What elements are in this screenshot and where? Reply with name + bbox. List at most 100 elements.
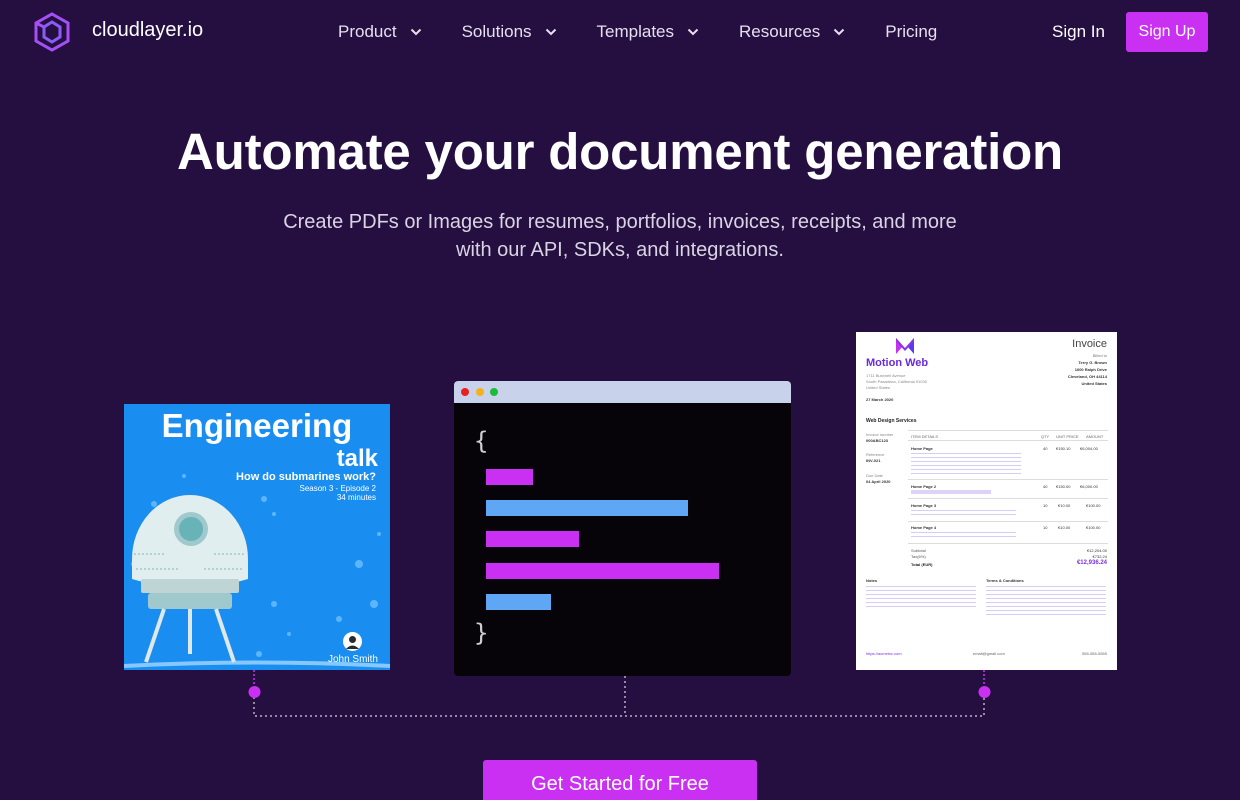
engineering-talk-card: Engineering talk How do submarines work?… <box>124 404 390 670</box>
invoice-section: Web Design Services <box>866 418 917 424</box>
invoice-col-amount: AMOUNT <box>1086 434 1104 439</box>
invoice-row-price: €150.00 <box>1056 484 1071 489</box>
invoice-row-amount: €6,000.00 <box>1080 484 1098 489</box>
invoice-card: Motion Web Invoice Billed to Terry G. Br… <box>856 332 1117 670</box>
menu-pricing-label: Pricing <box>885 22 938 41</box>
invoice-row-price: €150.10 <box>1056 446 1071 451</box>
hero-subtitle: Create PDFs or Images for resumes, portf… <box>0 208 1240 264</box>
invoice-client-address-1: 1600 Ralph Drive <box>1074 367 1107 372</box>
invoice-due-date: 04 April 2020 <box>866 479 891 484</box>
invoice-subtotal-label: Subtotal <box>911 548 926 553</box>
code-line <box>486 594 551 610</box>
eng-card-question: How do submarines work? <box>236 471 376 483</box>
invoice-col-price: UNIT PRICE <box>1056 434 1079 439</box>
invoice-divider <box>908 543 1108 544</box>
open-brace: { <box>474 427 489 455</box>
invoice-divider <box>908 430 1108 431</box>
menu-resources[interactable]: Resources <box>739 22 845 42</box>
invoice-website: https://acmeinc.com <box>866 651 902 656</box>
invoice-terms-label: Terms & Conditions <box>986 578 1024 583</box>
invoice-date: 27 March 2020 <box>866 397 894 402</box>
close-brace: } <box>474 619 489 647</box>
eng-card-season: Season 3 - Episode 2 <box>299 484 377 493</box>
window-minimize-dot <box>476 388 484 396</box>
invoice-row-item: Home Page <box>911 446 933 451</box>
invoice-client-country: United States <box>1081 381 1107 386</box>
code-line <box>486 500 688 516</box>
invoice-title: Invoice <box>1072 338 1107 350</box>
invoice-due-label: Due Date <box>866 473 883 478</box>
invoice-row-description <box>911 490 991 494</box>
main-menu: Product Solutions Templates Resources Pr… <box>338 0 937 64</box>
window-titlebar <box>454 381 791 403</box>
invoice-company-address-2: South Pasadena, California 91030 <box>866 379 927 384</box>
user-avatar-icon <box>346 636 359 649</box>
menu-solutions[interactable]: Solutions <box>462 22 557 42</box>
code-editor-card: { } <box>454 381 791 676</box>
invoice-client-name: Terry G. Brown <box>1078 360 1107 365</box>
connector-dot-right <box>978 686 991 698</box>
invoice-tax: €732.24 <box>1092 554 1107 559</box>
invoice-row-qty: 40 <box>1043 446 1048 451</box>
invoice-row-amount: €6,004.00 <box>1080 446 1098 451</box>
get-started-button[interactable]: Get Started for Free <box>483 760 757 800</box>
chevron-down-icon <box>834 28 845 36</box>
eng-card-author: John Smith <box>327 654 378 665</box>
invoice-client-address-2: Cleveland, OH 44114 <box>1067 374 1107 379</box>
invoice-row-description <box>911 452 1021 474</box>
invoice-row-description <box>911 531 1016 539</box>
invoice-row-price: €10.00 <box>1058 525 1071 530</box>
invoice-row-amount: €100.00 <box>1086 525 1101 530</box>
invoice-reference: INV-021 <box>866 458 881 463</box>
invoice-company-address-1: 1711 Bushnell Avenue <box>866 373 906 378</box>
invoice-phone: 555-555-5555 <box>1082 651 1107 656</box>
brand-logo[interactable]: cloudlayer.io <box>32 12 203 52</box>
invoice-row-item: Home Page 4 <box>911 525 937 530</box>
invoice-row-qty: 10 <box>1043 503 1048 508</box>
invoice-subtotal: €12,204.00 <box>1086 548 1107 553</box>
top-navigation: cloudlayer.io Product Solutions Template… <box>0 0 1240 64</box>
eng-card-duration: 34 minutes <box>336 493 376 502</box>
hero-title: Automate your document generation <box>177 123 1063 180</box>
hero-subtitle-line-2: with our API, SDKs, and integrations. <box>456 239 784 261</box>
sign-in-link[interactable]: Sign In <box>1052 22 1105 42</box>
chevron-down-icon <box>545 28 556 36</box>
avatar <box>343 632 362 651</box>
invoice-company: Motion Web <box>866 357 929 369</box>
invoice-reference-label: Reference <box>866 452 885 457</box>
invoice-tax-label: Tax(6%) <box>911 554 926 559</box>
connector-dot-left <box>248 686 261 698</box>
invoice-row-item: Home Page 3 <box>911 503 937 508</box>
code-line <box>486 531 579 547</box>
menu-templates[interactable]: Templates <box>597 22 699 42</box>
invoice-divider <box>908 479 1108 480</box>
invoice-col-qty: QTY <box>1041 434 1050 439</box>
invoice-total-label: Total (EUR) <box>911 562 933 567</box>
hero-subtitle-line-1: Create PDFs or Images for resumes, portf… <box>283 211 957 233</box>
menu-product-label: Product <box>338 22 397 41</box>
cloudlayer-logo-icon <box>34 12 70 52</box>
invoice-number: 000ABC123 <box>866 438 889 443</box>
chevron-down-icon <box>410 28 421 36</box>
window-close-dot <box>461 388 469 396</box>
invoice-number-label: Invoice number <box>866 432 894 437</box>
invoice-company-country: United States <box>866 385 891 390</box>
menu-product[interactable]: Product <box>338 22 422 42</box>
sign-up-button[interactable]: Sign Up <box>1126 12 1208 52</box>
code-line <box>486 469 533 485</box>
invoice-divider <box>908 521 1108 522</box>
invoice-divider <box>908 498 1108 499</box>
menu-pricing[interactable]: Pricing <box>885 22 937 42</box>
eng-card-subtitle: talk <box>336 445 378 472</box>
invoice-notes-label: Notes <box>866 578 878 583</box>
invoice-billed-to: Billed to <box>1092 353 1107 358</box>
menu-solutions-label: Solutions <box>461 22 532 41</box>
eng-card-title: Engineering <box>161 407 353 444</box>
menu-templates-label: Templates <box>596 22 675 41</box>
invoice-divider <box>908 440 1108 441</box>
chevron-down-icon <box>687 28 699 36</box>
code-line <box>486 563 719 579</box>
invoice-col-item: ITEM DETAILS <box>911 434 939 439</box>
brand-name: cloudlayer.io <box>92 18 204 41</box>
invoice-row-item: Home Page 2 <box>911 484 937 489</box>
